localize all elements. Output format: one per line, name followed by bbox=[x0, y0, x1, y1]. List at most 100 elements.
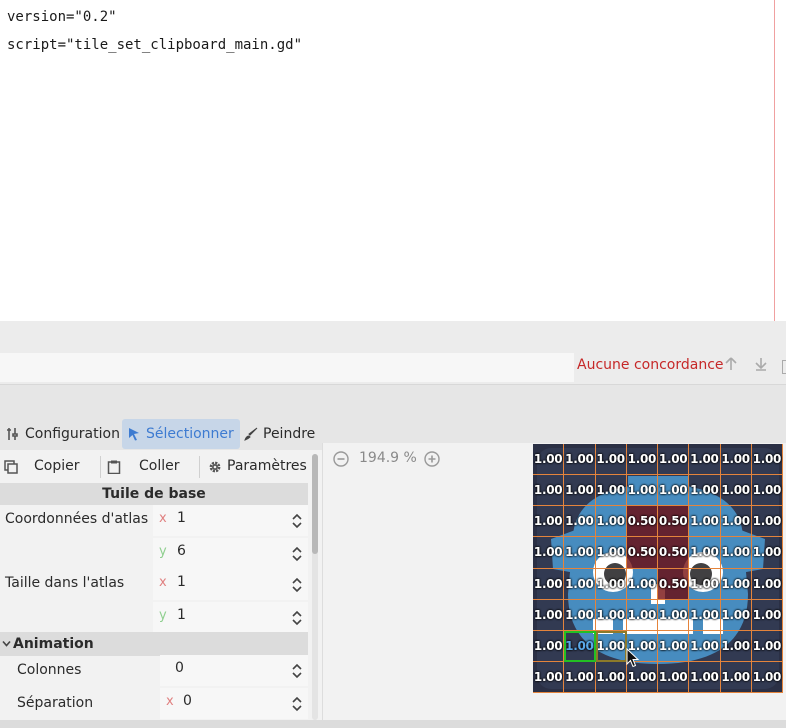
tile-cell[interactable]: 1.00 bbox=[626, 475, 658, 507]
tab-configuration[interactable]: Configuration bbox=[0, 419, 126, 449]
tile-cell[interactable]: 1.00 bbox=[689, 661, 721, 693]
tile-cell[interactable]: 0.50 bbox=[658, 506, 690, 538]
columns-label: Colonnes bbox=[17, 662, 82, 678]
tile-cell[interactable]: 1.00 bbox=[626, 444, 658, 476]
spin-arrows-icon[interactable] bbox=[292, 577, 302, 593]
tile-cell[interactable]: 1.00 bbox=[658, 599, 690, 631]
tile-cell[interactable]: 1.00 bbox=[533, 599, 565, 631]
spin-arrows-icon[interactable] bbox=[292, 610, 302, 626]
tile-cell[interactable]: 1.00 bbox=[564, 506, 596, 538]
tab-select[interactable]: Sélectionner bbox=[122, 419, 240, 449]
tile-cell[interactable]: 1.00 bbox=[751, 568, 783, 600]
copy-button[interactable]: Copier bbox=[0, 452, 100, 482]
mouse-cursor-icon bbox=[626, 648, 639, 668]
tile-cell[interactable]: 1.00 bbox=[689, 630, 721, 662]
atlas-size-x-field[interactable]: x 1 bbox=[153, 569, 308, 600]
find-previous-button[interactable] bbox=[722, 357, 740, 377]
tile-cell[interactable]: 1.00 bbox=[533, 661, 565, 693]
spin-arrows-icon[interactable] bbox=[292, 546, 302, 562]
tile-cell[interactable]: 1.00 bbox=[751, 630, 783, 662]
find-next-button[interactable] bbox=[752, 357, 770, 377]
atlas-coords-y-field[interactable]: y 6 bbox=[153, 538, 308, 569]
tile-grid[interactable]: 1.00 1.00 1.00 1.00 1.00 1.00 1.00 1.00 1.00 1.00… bbox=[533, 444, 783, 693]
tile-cell[interactable]: 1.00 bbox=[564, 599, 596, 631]
tile-cell[interactable]: 1.00 bbox=[689, 537, 721, 569]
tile-cell[interactable]: 1.00 bbox=[595, 475, 627, 507]
match-case-checkbox[interactable] bbox=[782, 360, 786, 374]
tile-cell[interactable]: 1.00 bbox=[595, 568, 627, 600]
tile-cell[interactable]: 1.00 bbox=[720, 444, 752, 476]
code-editor[interactable]: version="0.2" script="tile_set_clipboard… bbox=[0, 0, 786, 321]
tile-cell[interactable]: 1.00 bbox=[751, 661, 783, 693]
tile-cell[interactable]: 1.00 bbox=[689, 568, 721, 600]
paste-button[interactable]: Coller bbox=[101, 452, 199, 482]
tile-cell[interactable]: 1.00 bbox=[595, 661, 627, 693]
tile-cell[interactable]: 1.00 bbox=[689, 475, 721, 507]
zoom-in-icon[interactable] bbox=[424, 451, 440, 467]
tile-cell[interactable]: 1.00 bbox=[595, 444, 627, 476]
gear-icon bbox=[209, 461, 221, 473]
columns-field[interactable]: 0 bbox=[160, 655, 308, 686]
axis-x-label: x bbox=[166, 694, 174, 709]
code-line[interactable]: version="0.2" bbox=[7, 9, 117, 25]
zoom-level[interactable]: 194.9 % bbox=[359, 450, 417, 466]
tile-cell[interactable]: 1.00 bbox=[564, 568, 596, 600]
tile-cell[interactable]: 1.00 bbox=[720, 661, 752, 693]
tile-cell[interactable]: 1.00 bbox=[564, 475, 596, 507]
tile-cell[interactable]: 1.00 bbox=[658, 475, 690, 507]
inspector-scrollbar-thumb[interactable] bbox=[312, 454, 318, 554]
tile-cell[interactable]: 1.00 bbox=[564, 661, 596, 693]
tile-cell[interactable]: 1.00 bbox=[533, 568, 565, 600]
tile-cell[interactable]: 1.00 bbox=[533, 475, 565, 507]
tile-cell[interactable]: 1.00 bbox=[658, 444, 690, 476]
settings-button[interactable]: Paramètres bbox=[200, 452, 310, 482]
tile-cell[interactable]: 1.00 bbox=[689, 444, 721, 476]
tab-paint[interactable]: Peindre bbox=[238, 419, 321, 449]
tile-cell[interactable]: 1.00 bbox=[533, 506, 565, 538]
tile-cell[interactable]: 0.50 bbox=[626, 537, 658, 569]
columns-value: 0 bbox=[175, 660, 184, 676]
tile-cell[interactable]: 1.00 bbox=[720, 630, 752, 662]
tile-cell[interactable]: 1.00 bbox=[533, 630, 565, 662]
atlas-coords-x-field[interactable]: x 1 bbox=[153, 505, 308, 536]
tile-cell[interactable]: 1.00 bbox=[720, 599, 752, 631]
tile-cell[interactable]: 1.00 bbox=[751, 475, 783, 507]
axis-x-label: x bbox=[159, 575, 167, 590]
atlas-size-y-field[interactable]: y 1 bbox=[153, 602, 308, 633]
tile-cell[interactable]: 1.00 bbox=[751, 537, 783, 569]
tile-cell[interactable]: 0.50 bbox=[658, 568, 690, 600]
tile-cell[interactable]: 1.00 bbox=[533, 537, 565, 569]
tile-cell[interactable]: 1.00 bbox=[626, 599, 658, 631]
tile-cell[interactable]: 1.00 bbox=[595, 630, 627, 662]
tile-cell[interactable]: 1.00 bbox=[751, 506, 783, 538]
tile-cell[interactable]: 1.00 bbox=[595, 506, 627, 538]
tile-cell[interactable]: 1.00 bbox=[751, 599, 783, 631]
tile-cell[interactable]: 1.00 bbox=[626, 568, 658, 600]
tile-cell[interactable]: 1.00 bbox=[533, 444, 565, 476]
separation-x-field[interactable]: x 0 bbox=[160, 688, 308, 719]
tile-cell[interactable]: 1.00 bbox=[689, 506, 721, 538]
code-line[interactable]: script="tile_set_clipboard_main.gd" bbox=[7, 37, 302, 53]
spin-arrows-icon[interactable] bbox=[292, 696, 302, 712]
tile-cell[interactable]: 1.00 bbox=[720, 506, 752, 538]
zoom-out-icon[interactable] bbox=[333, 451, 349, 467]
tile-cell[interactable]: 1.00 bbox=[658, 630, 690, 662]
tile-atlas[interactable]: 1.00 1.00 1.00 1.00 1.00 1.00 1.00 1.00 1.00 1.00… bbox=[533, 444, 783, 693]
tile-cell[interactable]: 1.00 bbox=[564, 444, 596, 476]
tile-cell[interactable]: 1.00 bbox=[720, 568, 752, 600]
tile-cell[interactable]: 1.00 bbox=[595, 537, 627, 569]
tile-cell[interactable]: 1.00 bbox=[720, 537, 752, 569]
tile-cell[interactable]: 1.00 bbox=[658, 661, 690, 693]
tile-cell[interactable]: 1.00 bbox=[564, 630, 596, 662]
tile-cell[interactable]: 1.00 bbox=[595, 599, 627, 631]
tile-cell[interactable]: 1.00 bbox=[720, 475, 752, 507]
spin-arrows-icon[interactable] bbox=[292, 663, 302, 679]
tile-cell[interactable]: 0.50 bbox=[658, 537, 690, 569]
animation-section-header[interactable]: Animation bbox=[0, 632, 308, 656]
tile-cell[interactable]: 0.50 bbox=[626, 506, 658, 538]
tile-cell[interactable]: 1.00 bbox=[564, 537, 596, 569]
search-input[interactable] bbox=[0, 353, 574, 382]
spin-arrows-icon[interactable] bbox=[292, 513, 302, 529]
tile-cell[interactable]: 1.00 bbox=[689, 599, 721, 631]
tile-cell[interactable]: 1.00 bbox=[751, 444, 783, 476]
